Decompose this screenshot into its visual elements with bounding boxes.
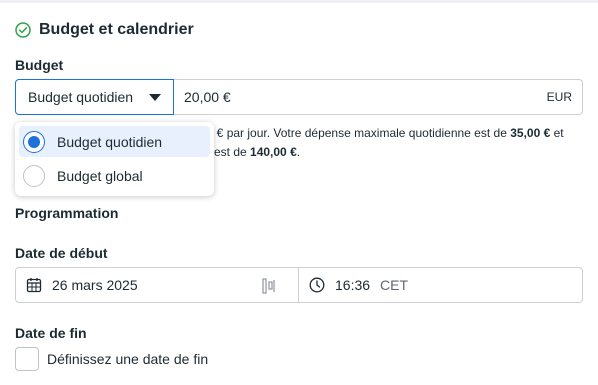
start-time-input[interactable]: 16:36 CET — [299, 268, 582, 302]
option-label: Budget global — [57, 167, 143, 184]
date-split-icon — [262, 278, 276, 294]
radio-selected-icon[interactable] — [23, 130, 45, 153]
start-date-input[interactable]: 26 mars 2025 — [16, 268, 299, 302]
end-date-checkbox-label: Définissez une date de fin — [47, 351, 209, 367]
budget-row: Budget quotidien 20,00 € EUR — [15, 79, 583, 115]
calendar-icon — [26, 277, 42, 293]
top-divider — [0, 0, 598, 3]
timezone-label: CET — [380, 277, 409, 293]
start-date-label: Date de début — [15, 245, 108, 261]
start-datetime-field: 26 mars 2025 16:36 CET — [15, 267, 583, 303]
budget-type-dropdown: Budget quotidien Budget global — [15, 122, 214, 196]
budget-info-line-2: re est de 140,00 €. — [200, 145, 301, 159]
dropdown-option-budget-global[interactable]: Budget global — [19, 160, 210, 191]
caret-down-icon — [149, 93, 161, 101]
start-date-value: 26 mars 2025 — [52, 277, 138, 293]
end-date-label: Date de fin — [15, 325, 87, 341]
option-label: Budget quotidien — [57, 133, 163, 150]
start-time-value: 16:36 — [335, 277, 371, 293]
section-header: Budget et calendrier — [15, 20, 194, 40]
section-title: Budget et calendrier — [39, 21, 194, 38]
budget-type-value: Budget quotidien — [28, 89, 134, 105]
radio-unselected-icon[interactable] — [23, 164, 45, 187]
budget-amount-value: 20,00 € — [184, 89, 231, 105]
max-weekly-amount: 140,00 € — [250, 145, 297, 159]
budget-info-text: 00 € par jour. Votre dépense maximale qu… — [200, 124, 590, 162]
end-date-checkbox-row[interactable]: Définissez une date de fin — [15, 347, 208, 371]
clock-icon — [309, 277, 325, 293]
budget-label: Budget — [15, 57, 64, 73]
currency-label: EUR — [546, 90, 572, 104]
schedule-label: Programmation — [15, 205, 119, 221]
budget-type-select[interactable]: Budget quotidien — [15, 79, 174, 115]
budget-info-line-1: 00 € par jour. Votre dépense maximale qu… — [200, 126, 564, 140]
budget-amount-input[interactable]: 20,00 € EUR — [174, 79, 583, 115]
dropdown-option-budget-quotidien[interactable]: Budget quotidien — [19, 126, 210, 157]
end-date-checkbox[interactable] — [15, 347, 39, 371]
max-daily-amount: 35,00 € — [510, 126, 551, 140]
check-circle-icon — [15, 22, 31, 38]
